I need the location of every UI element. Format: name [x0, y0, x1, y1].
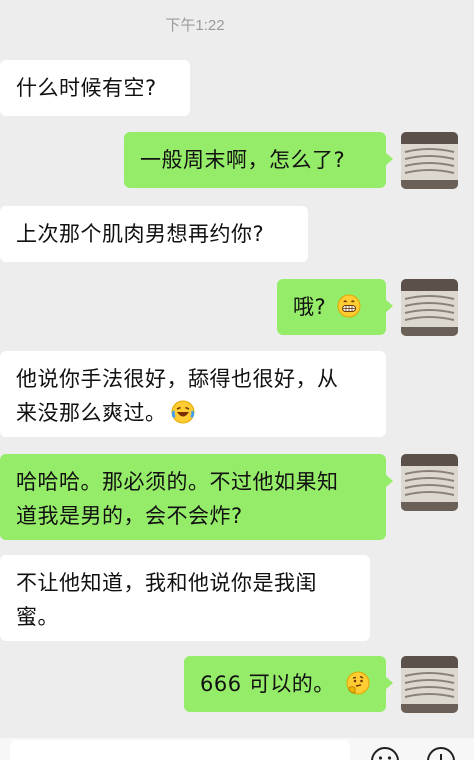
user-avatar[interactable] [401, 279, 458, 336]
message-text-line: 他说你手法很好，舔得也很好，从 [16, 367, 339, 391]
user-avatar[interactable] [401, 656, 458, 713]
message-text: 666 可以的。 [200, 672, 335, 696]
incoming-message-bubble[interactable]: 上次那个肌肉男想再约你? [0, 206, 308, 262]
incoming-message-bubble[interactable]: 他说你手法很好，舔得也很好，从 来没那么爽过。 [0, 351, 386, 437]
message-text-line: 道我是男的，会不会炸? [16, 504, 243, 528]
user-avatar[interactable] [401, 132, 458, 189]
outgoing-message-bubble[interactable]: 666 可以的。 [184, 656, 393, 712]
laughing-crying-face-emoji [171, 400, 194, 424]
message-text-line: 不让他知道，我和他说你是我闺 [16, 571, 317, 595]
message-input[interactable] [10, 740, 350, 760]
outgoing-message-bubble[interactable]: 哦? [277, 279, 393, 335]
thinking-face-emoji [346, 671, 370, 695]
emoji-icon[interactable] [370, 746, 400, 760]
grinning-face-emoji [337, 294, 361, 318]
message-timestamp: 下午1:22 [165, 17, 225, 34]
incoming-message-bubble[interactable]: 不让他知道，我和他说你是我闺 蜜。 [0, 555, 370, 641]
message-text-line: 哈哈哈。那必须的。不过他如果知 [16, 470, 339, 494]
chat-screen: 下午1:22 什么时候有空? 一般周末啊，怎么了? 上次那个肌肉男想再约你? 哦… [0, 0, 474, 760]
plus-icon[interactable] [426, 746, 456, 760]
message-text-line: 来没那么爽过。 [16, 401, 167, 425]
message-text: 上次那个肌肉男想再约你? [16, 222, 265, 246]
message-text: 哦? [293, 295, 327, 319]
user-avatar[interactable] [401, 454, 458, 511]
message-text: 什么时候有空? [16, 76, 157, 100]
message-text: 一般周末啊，怎么了? [140, 148, 346, 172]
outgoing-message-bubble[interactable]: 哈哈哈。那必须的。不过他如果知 道我是男的，会不会炸? [0, 454, 393, 540]
message-text-line: 蜜。 [16, 605, 59, 629]
outgoing-message-bubble[interactable]: 一般周末啊，怎么了? [124, 132, 393, 188]
incoming-message-bubble[interactable]: 什么时候有空? [0, 60, 190, 116]
